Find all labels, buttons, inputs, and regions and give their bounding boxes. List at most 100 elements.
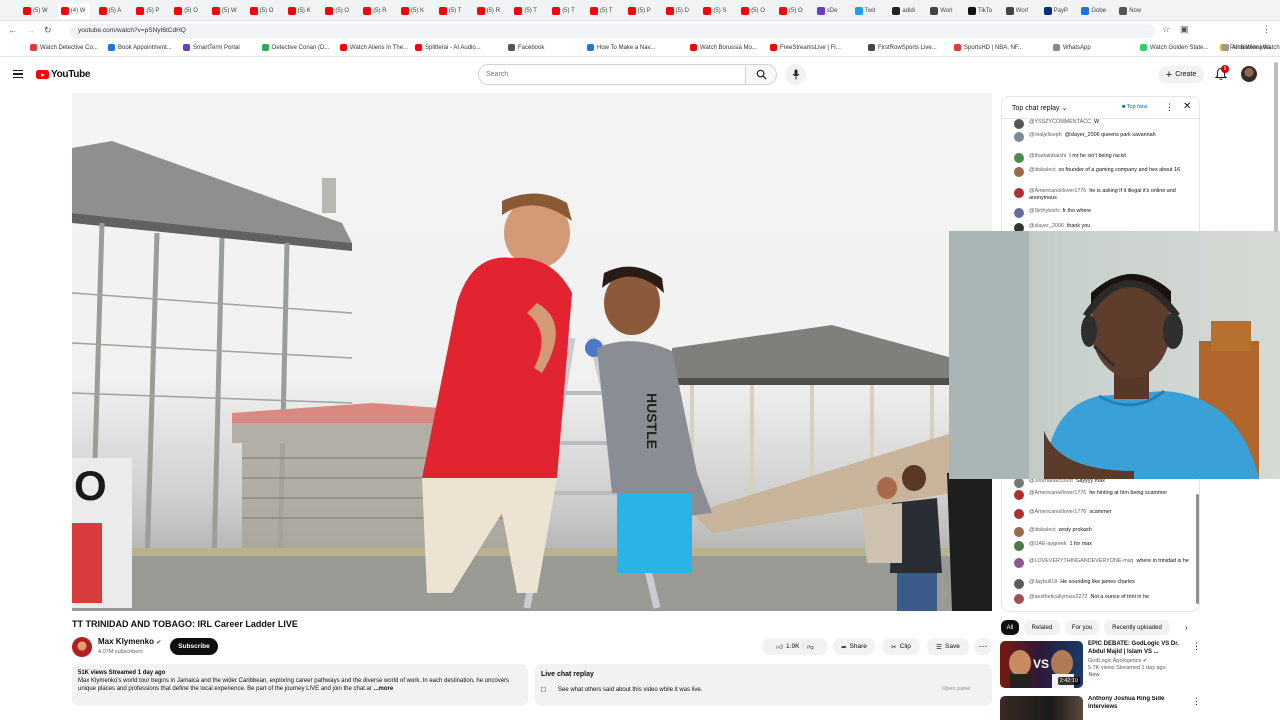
chat-mode-dropdown[interactable]: Top chat replay ⌄ (1012, 104, 1067, 112)
account-avatar[interactable] (1241, 66, 1257, 82)
bookmark-link[interactable]: FirstRowSports Live... (868, 44, 937, 51)
reload-icon[interactable]: ↻ (44, 25, 52, 36)
browser-tab[interactable]: (5) K (398, 3, 430, 19)
hamburger-menu-icon[interactable] (13, 70, 23, 78)
browser-tab[interactable]: (5) W (20, 3, 52, 19)
forward-icon[interactable]: → (26, 25, 35, 35)
browser-tab[interactable]: (5) P (133, 3, 165, 19)
recommendation-channel-name: GodLogic Apologetics (1088, 658, 1142, 664)
bookmark-link[interactable]: Watch Golden State... (1140, 44, 1208, 51)
chat-author-name: @YSSZYCOMMENTACC (1029, 119, 1091, 125)
bookmark-link[interactable]: Watch Detective Co... (30, 44, 98, 51)
youtube-logo-text: YouTube (51, 69, 91, 80)
browser-tab[interactable]: TikTo (965, 3, 997, 19)
top-fans-button[interactable]: ■ Top fans (1122, 104, 1148, 110)
chat-message: @Americanoillover1776 he hinting at him b… (1014, 490, 1194, 500)
recommendation-item[interactable]: VS 2:42:10 EPIC DEBATE: GodLogic VS Dr. … (1000, 641, 1201, 691)
chip-for-you[interactable]: For you (1065, 620, 1099, 635)
description-more-link[interactable]: ...more (374, 686, 394, 692)
chip-all[interactable]: All (1001, 620, 1019, 635)
browser-tab[interactable]: (5) R (360, 3, 392, 19)
search-input[interactable]: Search (478, 64, 746, 85)
url-field[interactable]: youtube.com/watch?v=pSNyt6tCdHQ (70, 24, 1155, 38)
browser-tab[interactable]: (5) T (511, 3, 543, 19)
more-actions-button[interactable]: ⋯ (974, 638, 992, 655)
video-player[interactable]: O HUSTLE (72, 93, 992, 611)
recommendation-more-icon[interactable]: ⋮ (1192, 641, 1201, 652)
create-button[interactable]: + Create (1158, 66, 1204, 83)
save-button[interactable]: ☰ Save (927, 638, 969, 655)
channel-avatar[interactable] (72, 637, 92, 657)
browser-tab[interactable]: (5) T (587, 3, 619, 19)
browser-tab[interactable]: Worl (1003, 3, 1035, 19)
browser-tab[interactable]: Twit (852, 3, 884, 19)
search-button[interactable] (745, 64, 777, 85)
share-button[interactable]: ➦ Share (833, 638, 875, 655)
bookmark-star-icon[interactable]: ☆ (1162, 24, 1170, 35)
browser-tab[interactable]: adidi (889, 3, 921, 19)
browser-tab[interactable]: (5) T (436, 3, 468, 19)
tab-label: (5) T (448, 8, 462, 14)
bookmark-link[interactable]: WhatsApp (1053, 44, 1091, 51)
bookmark-link[interactable]: Watch Aliens In The... (340, 44, 408, 51)
chip-recently-uploaded[interactable]: Recently uploaded (1104, 620, 1170, 635)
channel-name[interactable]: Max Klymenko ✔ (98, 637, 161, 646)
browser-menu-icon[interactable]: ⋮ (1262, 24, 1271, 35)
tab-label: (5) T (524, 8, 537, 14)
browser-tab[interactable]: (5) T (549, 3, 581, 19)
chat-author-name: @iitsbalect (1029, 527, 1056, 533)
back-icon[interactable]: ← (8, 25, 17, 35)
description-text: Max Klymenko's world tour begins in Jama… (78, 678, 510, 692)
voice-search-button[interactable] (785, 64, 806, 85)
bookmark-link[interactable]: Detective Conan (D... (262, 44, 329, 51)
browser-tab[interactable]: (5) K (285, 3, 317, 19)
clip-button[interactable]: ✂ Clip (882, 638, 920, 655)
top-fans-label: Top fans (1126, 104, 1148, 110)
browser-tab[interactable]: sDe (814, 3, 846, 19)
browser-tab[interactable]: (5) O (171, 3, 203, 19)
bookmark-link[interactable]: Watch Borussia Mo... (690, 44, 757, 51)
like-button[interactable]: 👍︎ 1.9K (776, 643, 799, 651)
all-bookmarks-link[interactable]: All Bookmarks (1222, 44, 1270, 51)
subscribe-button[interactable]: Subscribe (170, 638, 218, 655)
browser-tab[interactable]: (5) O (247, 3, 279, 19)
browser-tab[interactable]: (5) P (625, 3, 657, 19)
browser-tab[interactable]: (5) O (776, 3, 808, 19)
browser-tab[interactable]: (5) W (209, 3, 241, 19)
recommendation-item[interactable]: Anthony Joshua Ring Side Interviews ⋮ (1000, 696, 1200, 720)
browser-tab[interactable]: (5) S (700, 3, 732, 19)
browser-tab[interactable]: (5) D (663, 3, 695, 19)
chat-scrollbar[interactable] (1196, 494, 1199, 604)
tab-favicon-icon (98, 7, 107, 15)
bookmark-link[interactable]: SmartTerm Portal (183, 44, 240, 51)
bookmark-link[interactable]: Book Appointment... (108, 44, 172, 51)
close-icon[interactable]: ✕ (1183, 101, 1191, 112)
tab-favicon-icon (60, 7, 69, 15)
bookmark-favicon-icon (108, 44, 115, 51)
bookmark-link[interactable]: How To Make a Nav... (587, 44, 655, 51)
chat-more-icon[interactable]: ⋮ (1165, 102, 1174, 113)
open-panel-button[interactable]: Open panel (942, 686, 970, 692)
browser-tab[interactable]: PayP (1041, 3, 1073, 19)
browser-tab[interactable]: (4) W (57, 3, 90, 19)
page-scrollbar[interactable] (1274, 62, 1278, 232)
browser-tab[interactable]: Gobe (1078, 3, 1110, 19)
browser-tab[interactable]: (5) O (738, 3, 770, 19)
chip-related[interactable]: Related (1024, 620, 1060, 635)
browser-tab[interactable]: Worl (927, 3, 959, 19)
bookmark-link[interactable]: SportsHD | NBA, NF... (954, 44, 1023, 51)
dislike-button[interactable]: 👎︎ (807, 643, 814, 651)
youtube-logo[interactable]: YouTube (36, 69, 91, 80)
recommendation-more-icon[interactable]: ⋮ (1192, 696, 1200, 707)
browser-tab[interactable]: (5) R (474, 3, 506, 19)
description-box[interactable]: 51K views Streamed 1 day ago Max Klymenk… (72, 664, 528, 706)
browser-tab[interactable]: (5) A (96, 3, 128, 19)
extensions-icon[interactable]: ▣ (1180, 24, 1189, 35)
bookmark-link[interactable]: Facebook (508, 44, 544, 51)
bookmark-link[interactable]: FreeStreamsLive | Fr... (770, 44, 841, 51)
browser-tab[interactable]: Now (1116, 3, 1148, 19)
browser-tab[interactable]: (5) O (322, 3, 354, 19)
chevron-right-icon[interactable]: › (1185, 623, 1188, 632)
recommendation-channel: GodLogic Apologetics ✔ (1088, 658, 1188, 664)
bookmark-link[interactable]: Splitterai - AI Audio... (415, 44, 481, 51)
